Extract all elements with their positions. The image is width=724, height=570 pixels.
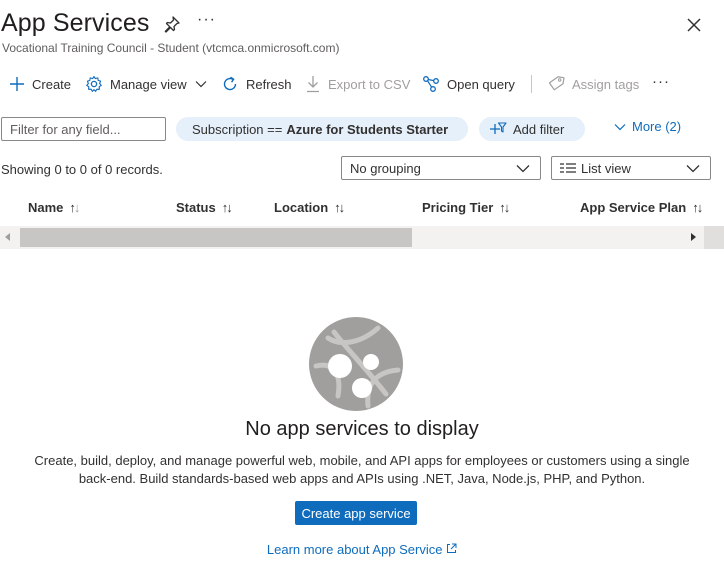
pin-icon[interactable] [163,15,181,33]
empty-state-title: No app services to display [245,418,479,440]
open-query-button[interactable]: Open query [422,72,515,96]
view-value: List view [581,160,631,176]
manage-view-label: Manage view [110,76,187,92]
add-filter-icon [490,122,507,134]
gear-icon [86,75,102,92]
external-link-icon [447,543,457,553]
assign-tags-button[interactable]: Assign tags [548,72,639,96]
close-icon[interactable] [685,16,703,34]
refresh-label: Refresh [246,76,292,92]
column-header-pricing-tier[interactable]: Pricing Tier ↑↓ [422,200,510,215]
sort-icon: ↑↓ [69,200,80,215]
add-filter-button[interactable]: Add filter [479,117,585,141]
add-filter-label: Add filter [513,121,565,137]
column-label: Location [274,200,329,215]
create-label: Create [32,76,72,92]
filter-input[interactable] [1,117,166,141]
subscription-filter-pill[interactable]: Subscription == Azure for Students Start… [176,117,468,141]
column-label: Status [176,200,216,215]
refresh-icon [223,76,237,91]
title-more-button[interactable]: ··· [197,11,216,29]
create-app-service-button[interactable]: Create app service [295,501,417,525]
more-filters-button[interactable]: More (2) [614,119,681,134]
export-csv-button[interactable]: Export to CSV [305,72,410,96]
column-label: Pricing Tier [422,200,494,215]
sort-icon: ↑↓ [499,200,510,215]
empty-state-description-line: Create, build, deploy, and manage powerf… [34,453,690,468]
learn-more-link[interactable]: Learn more about App Service [267,542,457,557]
subscription-filter-value: Azure for Students Starter [286,121,449,137]
app-service-globe-icon [309,317,403,411]
command-bar: Create Manage view Refresh Export to CSV… [0,72,724,96]
sort-icon: ↑↓ [334,200,345,215]
open-query-label: Open query [447,76,515,92]
table-header: Name ↑↓ Status ↑↓ Location ↑↓ Pricing Ti… [0,198,724,218]
view-dropdown[interactable]: List view [551,156,711,180]
page-subtitle: Vocational Training Council - Student (v… [2,41,340,55]
column-label: Name [28,200,64,215]
horizontal-scrollbar[interactable] [0,226,724,249]
assign-tags-label: Assign tags [572,76,640,92]
tag-icon [548,76,565,91]
column-header-status[interactable]: Status ↑↓ [176,200,233,215]
plus-icon [10,77,24,91]
page-title: App Services [1,9,150,37]
sort-icon: ↑↓ [692,200,703,215]
column-header-name[interactable]: Name ↑↓ [28,200,80,215]
grouping-dropdown[interactable]: No grouping [341,156,541,180]
more-filters-label: More (2) [632,119,682,134]
column-label: App Service Plan [580,200,687,215]
scrollbar-thumb[interactable] [20,228,412,247]
create-button[interactable]: Create [9,72,71,96]
learn-more-container: Learn more about App Service [0,542,724,557]
download-icon [307,76,319,93]
chevron-down-icon [516,165,530,173]
list-view-icon [560,163,576,173]
export-csv-label: Export to CSV [328,76,411,92]
empty-state-description-line: back-end. Build standards-based web apps… [78,471,646,486]
scrollbar-corner [704,226,724,249]
scroll-right-arrow-icon[interactable] [691,233,696,241]
chevron-down-icon [686,165,700,173]
manage-view-button[interactable]: Manage view [85,72,207,96]
subscription-filter-label: Subscription == [192,121,283,137]
chevron-down-icon [614,123,626,130]
records-count: Showing 0 to 0 of 0 records. [1,162,163,177]
empty-state-description: Create, build, deploy, and manage powerf… [25,452,699,488]
toolbar-divider [531,75,532,93]
learn-more-label: Learn more about App Service [266,542,443,557]
query-icon [423,76,439,92]
sort-icon: ↑↓ [221,200,233,215]
chevron-down-icon [195,81,207,88]
scroll-left-arrow-icon[interactable] [5,233,10,241]
column-header-app-service-plan[interactable]: App Service Plan ↑↓ [580,200,703,215]
refresh-button[interactable]: Refresh [221,72,292,96]
toolbar-more-button[interactable]: ··· [652,69,670,93]
grouping-value: No grouping [350,160,421,176]
column-header-location[interactable]: Location ↑↓ [274,200,345,215]
